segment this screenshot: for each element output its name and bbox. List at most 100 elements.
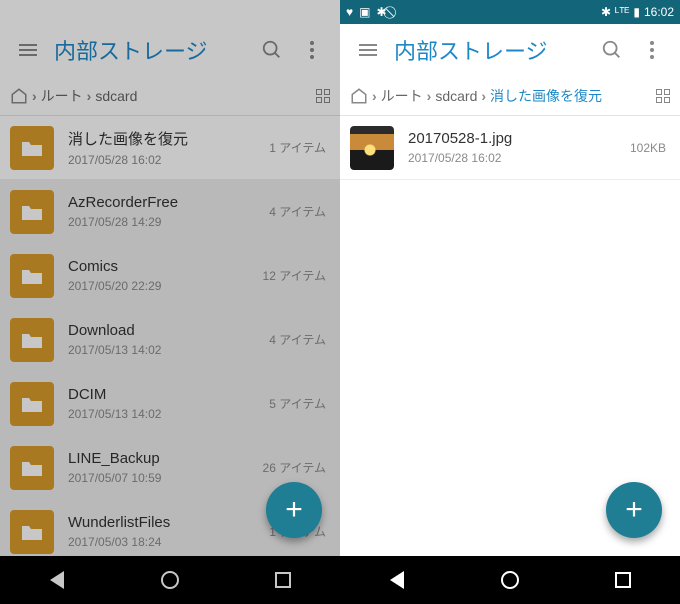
recent-icon [275, 572, 291, 588]
app-title: 内部ストレージ [48, 34, 252, 66]
chevron-right-icon: › [32, 88, 37, 104]
folder-icon [10, 382, 54, 426]
lte-icon: ᴸᵀᴱ [615, 6, 629, 18]
more-button[interactable] [632, 30, 672, 70]
nav-recent-button[interactable] [593, 564, 653, 596]
item-name: Comics [68, 258, 255, 275]
search-button[interactable] [592, 30, 632, 70]
fab-add-button[interactable]: + [606, 482, 662, 538]
app-bar: 内部ストレージ [0, 24, 340, 76]
status-left: ♥ ▣ ✱ ⃠ [346, 6, 393, 18]
sunset-icon [350, 126, 394, 170]
sync-icon: ✱ [36, 6, 46, 18]
home-icon [161, 571, 179, 589]
search-icon [601, 39, 623, 61]
status-bar: ♥ ▣ ✱ ⃠ ✱ ᴸᵀᴱ ▮ 16:02 [340, 0, 680, 24]
item-name: LINE_Backup [68, 450, 255, 467]
hamburger-icon [359, 44, 377, 56]
item-name: 消した画像を復元 [68, 128, 261, 149]
crumb-current[interactable]: 消した画像を復元 [490, 86, 602, 106]
more-button[interactable] [292, 30, 332, 70]
status-bar: ♥ ▣ ✱ ⃠ ✱ ᴸᵀᴱ ▮ 16:02 [0, 0, 340, 24]
image-icon: ▣ [359, 6, 370, 18]
status-time: 16:02 [644, 6, 674, 18]
item-count: 4 アイテム [269, 203, 326, 220]
hamburger-icon [19, 44, 37, 56]
recent-icon [615, 572, 631, 588]
folder-icon [10, 254, 54, 298]
list-item[interactable]: Download2017/05/13 14:02 4 アイテム [0, 308, 340, 372]
status-right: ✱ ᴸᵀᴱ ▮ 16:02 [261, 6, 334, 18]
item-date: 2017/05/20 22:29 [68, 279, 255, 293]
heart-icon: ♥ [346, 6, 353, 18]
crumb-sdcard[interactable]: sdcard [435, 88, 477, 104]
menu-button[interactable] [348, 30, 388, 70]
chevron-right-icon: › [87, 88, 92, 104]
android-nav-bar [340, 556, 680, 604]
bluetooth-icon: ✱ [601, 6, 611, 18]
status-left: ♥ ▣ ✱ ⃠ [6, 6, 53, 18]
item-count: 1 アイテム [269, 139, 326, 156]
crumb-root[interactable]: ルート [41, 86, 83, 106]
android-nav-bar [0, 556, 340, 604]
back-icon [50, 571, 64, 589]
crumb-sdcard[interactable]: sdcard [95, 88, 137, 104]
list-item[interactable]: 消した画像を復元 2017/05/28 16:02 1 アイテム [0, 116, 340, 180]
folder-icon [10, 510, 54, 554]
lte-icon: ᴸᵀᴱ [275, 6, 289, 18]
fab-add-button[interactable]: + [266, 482, 322, 538]
item-count: 5 アイテム [269, 395, 326, 412]
menu-button[interactable] [8, 30, 48, 70]
folder-icon [10, 318, 54, 362]
crumb-root[interactable]: ルート [381, 86, 423, 106]
nav-home-button[interactable] [480, 564, 540, 596]
item-name: WunderlistFiles [68, 514, 261, 531]
view-grid-button[interactable] [316, 89, 330, 103]
folder-icon [10, 190, 54, 234]
item-name: AzRecorderFree [68, 194, 261, 211]
view-grid-button[interactable] [656, 89, 670, 103]
nav-back-button[interactable] [27, 564, 87, 596]
folder-icon [10, 446, 54, 490]
status-time: 16:02 [304, 6, 334, 18]
home-icon[interactable] [10, 87, 28, 105]
list-item[interactable]: AzRecorderFree2017/05/28 14:29 4 アイテム [0, 180, 340, 244]
item-date: 2017/05/28 16:02 [68, 153, 261, 167]
home-icon [501, 571, 519, 589]
search-icon [261, 39, 283, 61]
item-count: 4 アイテム [269, 331, 326, 348]
home-icon[interactable] [350, 87, 368, 105]
item-date: 2017/05/07 10:59 [68, 471, 255, 485]
phone-right: ♥ ▣ ✱ ⃠ ✱ ᴸᵀᴱ ▮ 16:02 内部ストレージ › ルート › sd… [340, 0, 680, 604]
item-date: 2017/05/13 14:02 [68, 343, 261, 357]
back-icon [390, 571, 404, 589]
item-date: 2017/05/28 16:02 [408, 151, 622, 165]
more-icon [650, 41, 654, 59]
folder-icon [10, 126, 54, 170]
bluetooth-icon: ✱ [261, 6, 271, 18]
breadcrumb: › ルート › sdcard [0, 76, 340, 116]
list-item[interactable]: 20170528-1.jpg 2017/05/28 16:02 102KB [340, 116, 680, 180]
app-bar: 内部ストレージ [340, 24, 680, 76]
chevron-right-icon: › [427, 88, 432, 104]
list-item[interactable]: Comics 2017/05/20 22:29 12 アイテム [0, 244, 340, 308]
item-count: 12 アイテム [263, 267, 326, 284]
image-icon: ▣ [19, 6, 30, 18]
battery-icon: ▮ [293, 6, 300, 18]
breadcrumb: › ルート › sdcard › 消した画像を復元 [340, 76, 680, 116]
nav-home-button[interactable] [140, 564, 200, 596]
nav-recent-button[interactable] [253, 564, 313, 596]
item-count: 26 アイテム [263, 459, 326, 476]
item-name: 20170528-1.jpg [408, 130, 622, 147]
item-date: 2017/05/13 14:02 [68, 407, 261, 421]
chevron-right-icon: › [372, 88, 377, 104]
search-button[interactable] [252, 30, 292, 70]
nav-back-button[interactable] [367, 564, 427, 596]
list-item[interactable]: DCIM2017/05/13 14:02 5 アイテム [0, 372, 340, 436]
more-icon [310, 41, 314, 59]
item-date: 2017/05/03 18:24 [68, 535, 261, 549]
item-size: 102KB [630, 141, 666, 155]
heart-icon: ♥ [6, 6, 13, 18]
image-thumbnail [350, 126, 394, 170]
sync-icon: ✱ [376, 6, 386, 18]
